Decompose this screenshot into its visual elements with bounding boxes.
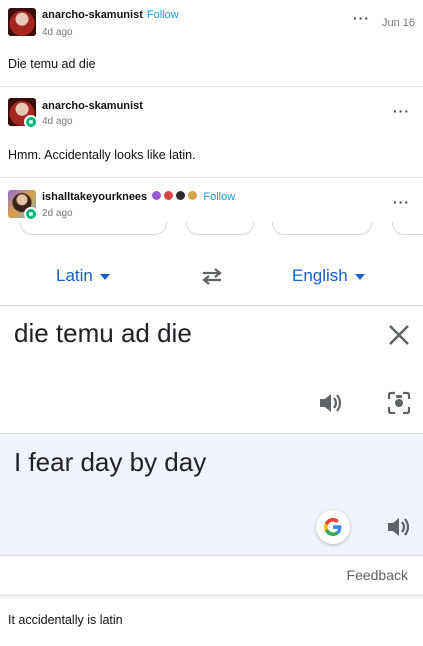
source-language-selector[interactable]: Latin — [56, 266, 110, 286]
username-text[interactable]: ishalltakeyourknees — [42, 191, 147, 203]
divider — [0, 86, 423, 87]
follow-button[interactable]: Follow — [147, 9, 179, 21]
post-body: Hmm. Accidentally looks like latin. — [8, 148, 196, 162]
post-body: It accidentally is latin — [8, 613, 123, 627]
chip[interactable] — [392, 222, 423, 235]
username-text[interactable]: anarcho-skamunist — [42, 9, 143, 21]
speaker-icon[interactable] — [318, 391, 344, 415]
post-time: 2d ago — [42, 208, 73, 219]
feedback-link[interactable]: Feedback — [347, 567, 408, 583]
badge-icon — [24, 207, 38, 221]
translation-result: I fear day by day — [14, 447, 207, 477]
post-time: 4d ago — [42, 27, 73, 38]
avatar[interactable] — [8, 8, 36, 36]
lens-camera-icon[interactable] — [386, 390, 412, 416]
divider — [0, 177, 423, 178]
swap-arrows-icon[interactable] — [199, 266, 225, 286]
source-language-label: Latin — [56, 266, 93, 285]
follow-button[interactable]: Follow — [203, 191, 235, 203]
chevron-down-icon — [99, 273, 110, 280]
post-username[interactable]: ishalltakeyourknees Follow — [42, 191, 235, 203]
speaker-icon[interactable] — [386, 515, 412, 539]
close-icon[interactable] — [388, 324, 410, 346]
ellipsis-icon[interactable]: ··· — [393, 194, 410, 210]
google-g-icon[interactable] — [316, 510, 350, 544]
chevron-down-icon — [354, 273, 365, 280]
ellipsis-icon[interactable]: ··· — [393, 103, 410, 119]
target-language-selector[interactable]: English — [292, 266, 365, 286]
emoji-badges — [152, 191, 199, 203]
post-username[interactable]: anarcho-skamunist — [42, 100, 143, 112]
post-date: Jun 16 — [382, 17, 416, 29]
divider — [0, 594, 423, 600]
target-language-label: English — [292, 266, 348, 285]
post-username[interactable]: anarcho-skamunist Follow — [42, 9, 179, 21]
chip[interactable] — [186, 222, 254, 235]
badge-icon — [24, 115, 38, 129]
chip[interactable] — [272, 222, 372, 235]
source-text-input[interactable]: die temu ad die — [14, 318, 192, 349]
chip[interactable] — [20, 222, 167, 235]
post-time: 4d ago — [42, 116, 73, 127]
post-body: Die temu ad die — [8, 57, 96, 71]
ellipsis-icon[interactable]: ··· — [353, 10, 370, 26]
